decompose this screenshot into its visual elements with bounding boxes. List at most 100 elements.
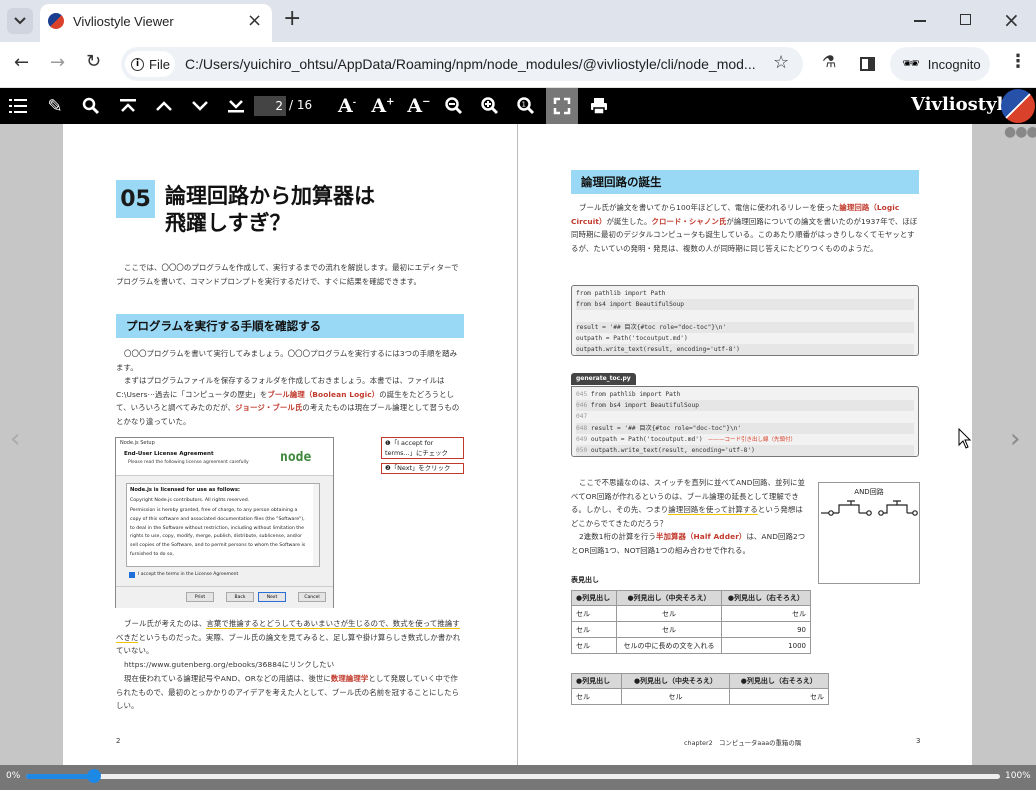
data-table-1: ●列見出し ●列見出し（中央そろえ） ●列見出し（右そろえ） セル セル セル セル セル 9… (570, 590, 812, 654)
table-header-cell: ●列見出し (570, 590, 618, 606)
table-row: セル セル セル (570, 688, 830, 705)
close-window-button[interactable]: × (1003, 8, 1020, 32)
code-line: from pathlib import Path (576, 288, 914, 300)
url-text[interactable]: C:/Users/yuichiro_ohtsu/AppData/Roaming/… (185, 56, 756, 72)
data-table-2: ●列見出し ●列見出し（中央そろえ） ●列見出し（右そろえ） セル セル セル (570, 673, 830, 705)
running-footer: chapter2 コンピュータaaaの重箱の隅 (684, 739, 802, 747)
code-text: from bs4 import BeautifulSoup (590, 402, 699, 410)
next-page-arrow-icon[interactable]: › (1010, 424, 1020, 454)
fit-to-screen-icon[interactable] (546, 88, 578, 124)
reload-icon[interactable]: ↻ (86, 51, 101, 72)
page-number-input[interactable]: 2 (254, 96, 286, 116)
chevron-down-icon (14, 17, 26, 25)
code-annotation: ———コード引き出し線（先頭付） (708, 437, 797, 443)
tab-search-button[interactable] (7, 8, 33, 34)
first-page-icon[interactable] (116, 88, 140, 124)
table-header-cell: ●列見出し（中央そろえ） (616, 590, 722, 606)
code-line: 050 outpath.write_text(result, encoding=… (576, 444, 914, 457)
code-line: outpath.write_text(result, encoding='utf… (576, 343, 914, 356)
table-cell: セル (616, 621, 722, 638)
new-tab-button[interactable]: + (283, 6, 301, 31)
progress-bar-area: 0% 100% (0, 765, 1036, 790)
active-tab[interactable]: Vivliostyle Viewer × (40, 4, 272, 42)
setup-header: End-User License Agreement Please read t… (116, 448, 333, 476)
right-page: 論理回路の誕生 ブール氏が論文を書いてから100年ほどして、電信に使われるリレー… (518, 124, 972, 765)
page-number-right: 3 (916, 737, 921, 745)
accept-checkbox[interactable] (129, 572, 135, 578)
previous-page-icon[interactable] (152, 88, 176, 124)
font-size-increase-icon[interactable]: A+ (370, 88, 396, 124)
node-logo: node (280, 450, 312, 465)
table-row: セル セル セル (570, 605, 812, 622)
line-number: 046 (576, 402, 591, 410)
incognito-icon: 🕶 (902, 56, 920, 72)
print-icon[interactable] (587, 88, 611, 124)
previous-page-arrow-icon[interactable]: ‹ (10, 424, 20, 454)
progress-track[interactable] (26, 769, 1000, 783)
file-label: File (149, 56, 170, 72)
side-panel-icon[interactable] (860, 57, 875, 71)
incognito-label: Incognito (927, 56, 981, 72)
license-text-box[interactable]: Node.js is licensed for use as follows: … (126, 483, 320, 567)
close-tab-icon[interactable]: × (247, 10, 262, 31)
code-text: outpath = Path('tocoutput.md') (590, 435, 703, 443)
zoom-actual-size-icon[interactable]: 1 (515, 88, 537, 124)
table-cell: 90 (720, 621, 812, 638)
font-size-reset-icon[interactable]: A‐ (334, 88, 360, 124)
code-line: from bs4 import BeautifulSoup (576, 299, 914, 311)
code-line: 048 result = '## 目次{#toc role="doc-toc"}… (576, 422, 914, 434)
code-text: outpath.write_text(result, encoding='utf… (590, 446, 755, 454)
table-cell: セル (570, 621, 618, 638)
zoom-in-icon[interactable] (479, 88, 501, 124)
brand-name: Vivliostyle (911, 94, 1015, 115)
code-line: result = '## 目次{#toc role="doc-toc"}\n' (576, 321, 914, 333)
tab-strip: Vivliostyle Viewer × + × (0, 0, 1036, 42)
table-header-cell: ●列見出し（中央そろえ） (621, 673, 730, 689)
site-info-chip[interactable]: i File (125, 51, 175, 77)
progress-start-label: 0% (6, 771, 21, 781)
progress-thumb[interactable] (87, 769, 102, 783)
incognito-chip[interactable]: 🕶 Incognito (890, 47, 990, 81)
menu-kebab-icon[interactable]: ⋮ (1009, 51, 1027, 72)
back-icon[interactable]: ← (14, 52, 29, 73)
table-cell: セル (621, 688, 730, 705)
code-line: 047 (576, 411, 914, 423)
bookmark-star-icon[interactable]: ☆ (773, 52, 789, 73)
zoom-out-icon[interactable] (443, 88, 465, 124)
omnibox[interactable]: i File C:/Users/yuichiro_ohtsu/AppData/R… (121, 47, 803, 81)
vivliostyle-favicon-icon (48, 13, 64, 29)
vivliostyle-logo (1001, 89, 1035, 123)
minimize-button[interactable] (914, 20, 926, 22)
section-heading: プログラムを実行する手順を確認する (116, 314, 464, 338)
license-body: Permission is hereby granted, free of ch… (130, 508, 306, 557)
table-cell: セルの中に長めの文を入れる (616, 637, 722, 654)
line-number: 047 (576, 413, 588, 421)
and-circuit-figure: AND回路 (818, 482, 920, 584)
line-number: 050 (576, 446, 591, 454)
last-page-icon[interactable] (224, 88, 248, 124)
paragraph-4: 現在使われている論理記号やAND、ORなどの用語は、後世に数理論理学として発展し… (116, 674, 460, 711)
search-icon[interactable] (79, 88, 103, 124)
setup-cancel-button[interactable]: Cancel (298, 592, 326, 602)
paragraph-2: まずはプログラムファイルを保存するフォルダを作成しておきましょう。本書では、ファ… (116, 376, 460, 426)
setup-next-button[interactable]: Next (258, 592, 286, 602)
font-size-decrease-icon[interactable]: A− (406, 88, 432, 124)
setup-print-button[interactable]: Print (186, 592, 214, 602)
license-copyright: Copyright Node.js contributors. All righ… (130, 498, 250, 503)
labs-flask-icon[interactable]: ⚗ (822, 52, 836, 71)
progress-fill (26, 774, 95, 779)
forward-icon[interactable]: → (50, 52, 65, 73)
toc-list-icon[interactable] (6, 88, 30, 124)
table-cell: セル (570, 605, 618, 622)
paragraph-1: 〇〇〇プログラムを書いて実行してみましょう。〇〇〇プログラムを実行するには3つの… (116, 349, 458, 372)
next-page-icon[interactable] (188, 88, 212, 124)
setup-back-button[interactable]: Back (226, 592, 254, 602)
maximize-button[interactable] (960, 14, 971, 25)
right-paragraph-2: ここで不思議なのは、スイッチを直列に並べてAND回路、並列に並べてOR回路が作れ… (571, 478, 806, 528)
marker-pen-icon[interactable]: ✎ (43, 88, 67, 124)
table-cell: セル (570, 688, 623, 705)
table-row: セル セル 90 (570, 621, 812, 638)
link-note[interactable]: https://www.gutenberg.org/ebooks/36884にリ… (116, 658, 464, 672)
more-options-icon[interactable]: ●●● (1004, 124, 1036, 140)
setup-window-title: Node.js Setup (116, 438, 333, 448)
